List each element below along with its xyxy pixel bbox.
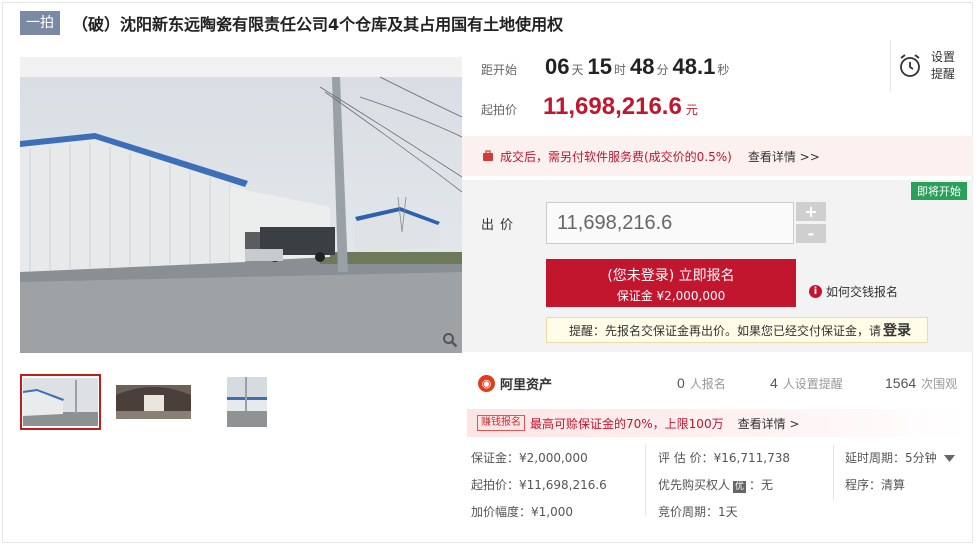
info-appraisal: 评 估 价：¥16,711,738 bbox=[658, 451, 790, 465]
info-priority-label: 优先购买权人 bbox=[658, 478, 731, 492]
priority-badge: 优 bbox=[733, 481, 747, 493]
service-fee-notice: 成交后，需另付软件服务费(成交价的0.5%) 查看详情 >> bbox=[462, 136, 973, 176]
start-price-value: 11,698,216.6 bbox=[543, 93, 682, 120]
remind-label-1: 设置 bbox=[931, 50, 956, 64]
signup-deposit-label: 保证金 ¥2,000,000 bbox=[616, 289, 726, 303]
info-delay: 延时周期：5分钟 bbox=[845, 449, 956, 466]
login-link[interactable]: 登录 bbox=[883, 320, 911, 340]
info-priority-value: ：无 bbox=[749, 478, 774, 492]
countdown-label: 距开始 bbox=[481, 63, 518, 77]
caret-down-icon[interactable] bbox=[944, 455, 956, 462]
start-price-row: 起拍价 11,698,216.6 元 bbox=[481, 93, 698, 121]
countdown-hours-unit: 时 bbox=[613, 63, 626, 77]
ali-assets-brand: ◉ 阿里资产 bbox=[478, 374, 552, 393]
start-price-unit: 元 bbox=[685, 103, 698, 117]
set-reminder-button[interactable]: 设置 提醒 bbox=[890, 40, 970, 92]
decrease-bid-button[interactable]: - bbox=[796, 224, 826, 243]
info-priority: 优先购买权人优：无 bbox=[658, 476, 773, 493]
thumbnail-strip bbox=[20, 374, 287, 430]
title-row: 一拍 （破）沈阳新东远陶瓷有限责任公司4个仓库及其占用国有土地使用权 bbox=[20, 10, 563, 36]
view-count-label: 次围观 bbox=[921, 376, 958, 391]
info-start-price: 起拍价：¥11,698,216.6 bbox=[471, 478, 607, 492]
info-divider bbox=[833, 445, 834, 500]
info-procedure: 程序：清算 bbox=[845, 478, 906, 492]
info-icon: i bbox=[809, 285, 822, 298]
countdown-minutes: 48 bbox=[630, 54, 655, 79]
service-fee-text: 成交后，需另付软件服务费(成交价的0.5%) bbox=[500, 149, 732, 164]
brand-name: 阿里资产 bbox=[500, 377, 553, 393]
view-count-number: 1564 bbox=[885, 374, 917, 391]
thumbnail-1[interactable] bbox=[20, 374, 101, 430]
status-badge: 即将开始 bbox=[911, 182, 967, 200]
thumbnail-3[interactable] bbox=[206, 374, 287, 430]
reminder-count-label: 人设置提醒 bbox=[782, 376, 843, 391]
countdown-seconds-unit: 秒 bbox=[717, 63, 730, 77]
info-delay-text: 延时周期：5分钟 bbox=[845, 451, 937, 465]
remind-label-2: 提醒 bbox=[931, 67, 956, 81]
reminder-count: 4 人设置提醒 bbox=[770, 375, 843, 392]
bag-icon bbox=[483, 150, 493, 161]
service-fee-details-link[interactable]: 查看详情 >> bbox=[748, 148, 820, 165]
countdown-days-unit: 天 bbox=[571, 63, 584, 77]
countdown-minutes-unit: 分 bbox=[656, 63, 669, 77]
signup-count: 0 人报名 bbox=[677, 375, 726, 392]
page-title: （破）沈阳新东远陶瓷有限责任公司4个仓库及其占用国有土地使用权 bbox=[72, 15, 564, 34]
bid-area: 即将开始 出价 11,698,216.6 + - (您未登录) 立即报名 保证金… bbox=[462, 180, 973, 352]
magnifier-icon bbox=[443, 333, 458, 348]
stats-row: ◉ 阿里资产 0 人报名 4 人设置提醒 1564 次围观 bbox=[478, 370, 973, 396]
deposit-tip-text: 提醒：先报名交保证金再出价。如果您已经交付保证金，请 bbox=[569, 323, 882, 338]
thumbnail-2[interactable] bbox=[113, 374, 194, 430]
info-deposit: 保证金：¥2,000,000 bbox=[471, 451, 588, 465]
deposit-tip: 提醒：先报名交保证金再出价。如果您已经交付保证金，请 登录 bbox=[546, 317, 928, 343]
countdown: 距开始 06 天 15 时 48 分 48.1 秒 bbox=[481, 54, 733, 80]
start-price-label: 起拍价 bbox=[481, 103, 518, 117]
countdown-seconds: 48.1 bbox=[672, 54, 716, 79]
bid-amount-field[interactable]: 11,698,216.6 bbox=[546, 202, 794, 244]
info-increment: 加价幅度：¥1,000 bbox=[471, 505, 573, 519]
main-photo[interactable] bbox=[20, 57, 462, 353]
info-bid-cycle: 竞价周期：1天 bbox=[658, 505, 738, 519]
promo-tag: 赚钱报名 bbox=[477, 415, 525, 431]
signup-button-label: (您未登录) 立即报名 bbox=[607, 268, 735, 284]
info-divider bbox=[645, 445, 646, 515]
auction-round-tag: 一拍 bbox=[20, 11, 60, 35]
signup-button[interactable]: (您未登录) 立即报名 保证金 ¥2,000,000 bbox=[546, 259, 796, 307]
signup-count-number: 0 bbox=[677, 374, 685, 391]
how-to-pay-label: 如何交钱报名 bbox=[826, 285, 899, 299]
reminder-count-number: 4 bbox=[770, 374, 778, 391]
promo-details-link[interactable]: 查看详情 > bbox=[738, 415, 800, 432]
signup-count-label: 人报名 bbox=[689, 376, 726, 391]
increase-bid-button[interactable]: + bbox=[796, 202, 826, 221]
promo-text: 最高可赊保证金的70%，上限100万 bbox=[530, 416, 724, 431]
view-count: 1564 次围观 bbox=[885, 375, 957, 392]
countdown-hours: 15 bbox=[587, 54, 612, 79]
ali-assets-logo-icon: ◉ bbox=[478, 374, 495, 392]
how-to-pay-link[interactable]: i 如何交钱报名 bbox=[809, 283, 898, 300]
deposit-loan-promo: 赚钱报名 最高可赊保证金的70%，上限100万 查看详情 > bbox=[467, 409, 967, 437]
zoom-button[interactable] bbox=[437, 327, 463, 353]
bid-label: 出价 bbox=[481, 218, 520, 233]
alarm-clock-icon bbox=[900, 54, 920, 77]
countdown-days: 06 bbox=[545, 54, 570, 79]
